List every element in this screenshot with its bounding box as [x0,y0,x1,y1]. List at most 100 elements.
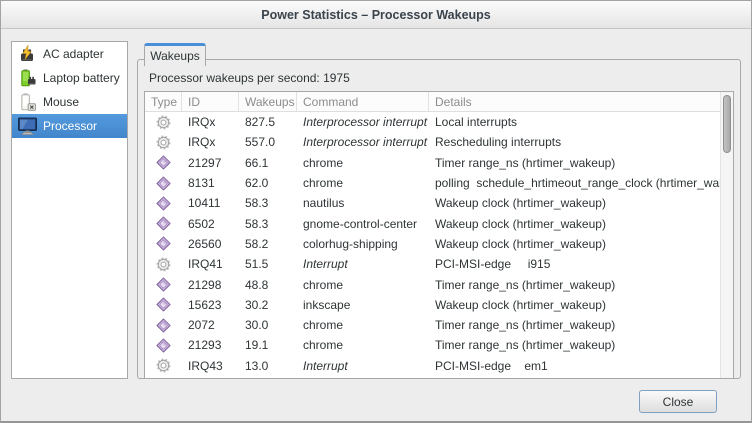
column-header-wakeups[interactable]: Wakeups [239,92,297,111]
table-header: Type ID Wakeups Command Details [145,92,733,112]
row-command: chrome [297,338,429,352]
column-header-details[interactable]: Details [429,92,733,111]
row-id: IRQx [182,135,239,149]
tab-wakeups-label: Wakeups [150,49,200,63]
table-row[interactable]: 6502 58.3 gnome-control-center Wakeup cl… [145,213,733,233]
wakeups-table: Type ID Wakeups Command Details IRQx 827… [144,91,734,379]
row-wakeups: 62.0 [239,176,297,190]
row-command: chrome [297,278,429,292]
column-header-type[interactable]: Type [145,92,182,111]
row-wakeups: 30.0 [239,318,297,332]
row-wakeups: 827.5 [239,115,297,129]
row-wakeups: 58.3 [239,217,297,231]
tab-wakeups[interactable]: Wakeups [144,43,206,66]
process-diamond-icon [156,196,171,211]
row-wakeups: 557.0 [239,135,297,149]
row-details: Local interrupts [429,115,733,129]
table-row[interactable]: 21293 19.1 chrome Timer range_ns (hrtime… [145,335,733,355]
row-details: PCI-MSI-edge em1 [429,359,733,373]
row-id: 26560 [182,237,239,251]
interrupt-icon [145,358,182,373]
row-command: Interprocessor interrupt [297,135,429,149]
row-details: Timer range_ns (hrtimer_wakeup) [429,278,733,292]
row-command: chrome [297,156,429,170]
row-wakeups: 66.1 [239,156,297,170]
interrupt-icon [145,257,182,272]
row-details: polling schedule_hrtimeout_range_clock (… [429,176,733,190]
process-diamond-icon [156,236,171,251]
ac-adapter-icon [15,43,39,65]
row-details: Wakeup clock (hrtimer_wakeup) [429,196,733,210]
table-row[interactable]: 10411 58.3 nautilus Wakeup clock (hrtime… [145,193,733,213]
row-wakeups: 51.5 [239,257,297,271]
row-command: chrome [297,318,429,332]
table-row[interactable]: IRQ41 51.5 Interrupt PCI-MSI-edge i915 [145,254,733,274]
sidebar-item-mouse[interactable]: Mouse [12,90,127,114]
table-row[interactable]: 21298 48.8 chrome Timer range_ns (hrtime… [145,274,733,294]
table-row[interactable]: 8131 62.0 chrome polling schedule_hrtime… [145,173,733,193]
process-icon [145,318,182,333]
interrupt-icon [145,135,182,150]
scrollbar-thumb[interactable] [723,95,731,153]
row-wakeups: 19.1 [239,338,297,352]
row-id: IRQ43 [182,359,239,373]
window-title: Power Statistics – Processor Wakeups [261,8,491,22]
process-diamond-icon [156,216,171,231]
interrupt-gear-icon [156,257,171,272]
row-details: Wakeup clock (hrtimer_wakeup) [429,217,733,231]
row-command: Interprocessor interrupt [297,115,429,129]
process-diamond-icon [156,277,171,292]
processor-icon [15,115,39,137]
row-details: PCI-MSI-edge i915 [429,257,733,271]
sidebar-item-laptop-battery[interactable]: Laptop battery [12,66,127,90]
sidebar-item-label: Mouse [43,95,79,109]
process-icon [145,216,182,231]
row-id: IRQ41 [182,257,239,271]
power-statistics-window: Power Statistics – Processor Wakeups AC … [0,0,752,423]
row-id: 10411 [182,196,239,210]
sidebar-item-label: Processor [43,119,97,133]
process-icon [145,297,182,312]
row-id: IRQx [182,115,239,129]
sidebar-item-processor[interactable]: Processor [12,114,127,138]
table-row[interactable]: IRQ43 13.0 Interrupt PCI-MSI-edge em1 [145,356,733,376]
close-button[interactable]: Close [639,390,717,413]
table-row[interactable]: IRQx 827.5 Interprocessor interrupt Loca… [145,112,733,132]
row-id: 21298 [182,278,239,292]
column-header-command[interactable]: Command [297,92,429,111]
row-command: Interrupt [297,359,429,373]
interrupt-icon [145,115,182,130]
row-command: chrome [297,176,429,190]
process-icon [145,176,182,191]
process-icon [145,338,182,353]
column-header-id[interactable]: ID [182,92,239,111]
row-id: 8131 [182,176,239,190]
mouse-icon [15,91,39,113]
interrupt-gear-icon [156,358,171,373]
row-wakeups: 13.0 [239,359,297,373]
sidebar-item-ac-adapter[interactable]: AC adapter [12,42,127,66]
table-row[interactable]: 21297 66.1 chrome Timer range_ns (hrtime… [145,153,733,173]
laptop-battery-icon [15,67,39,89]
row-details: Wakeup clock (hrtimer_wakeup) [429,298,733,312]
row-command: colorhug-shipping [297,237,429,251]
row-details: Timer range_ns (hrtimer_wakeup) [429,338,733,352]
row-details: Timer range_ns (hrtimer_wakeup) [429,156,733,170]
process-icon [145,155,182,170]
process-icon [145,196,182,211]
table-body: IRQx 827.5 Interprocessor interrupt Loca… [145,112,733,376]
row-command: nautilus [297,196,429,210]
titlebar[interactable]: Power Statistics – Processor Wakeups [1,1,751,29]
table-row[interactable]: IRQx 557.0 Interprocessor interrupt Resc… [145,132,733,152]
vertical-scrollbar[interactable] [720,92,733,378]
table-row[interactable]: 2072 30.0 chrome Timer range_ns (hrtimer… [145,315,733,335]
sidebar-item-label: Laptop battery [43,71,120,85]
row-details: Wakeup clock (hrtimer_wakeup) [429,237,733,251]
interrupt-gear-icon [156,115,171,130]
table-row[interactable]: 26560 58.2 colorhug-shipping Wakeup cloc… [145,234,733,254]
interrupt-gear-icon [156,135,171,150]
device-list: AC adapter Laptop battery [11,41,128,379]
process-diamond-icon [156,297,171,312]
row-wakeups: 48.8 [239,278,297,292]
table-row[interactable]: 15623 30.2 inkscape Wakeup clock (hrtime… [145,295,733,315]
